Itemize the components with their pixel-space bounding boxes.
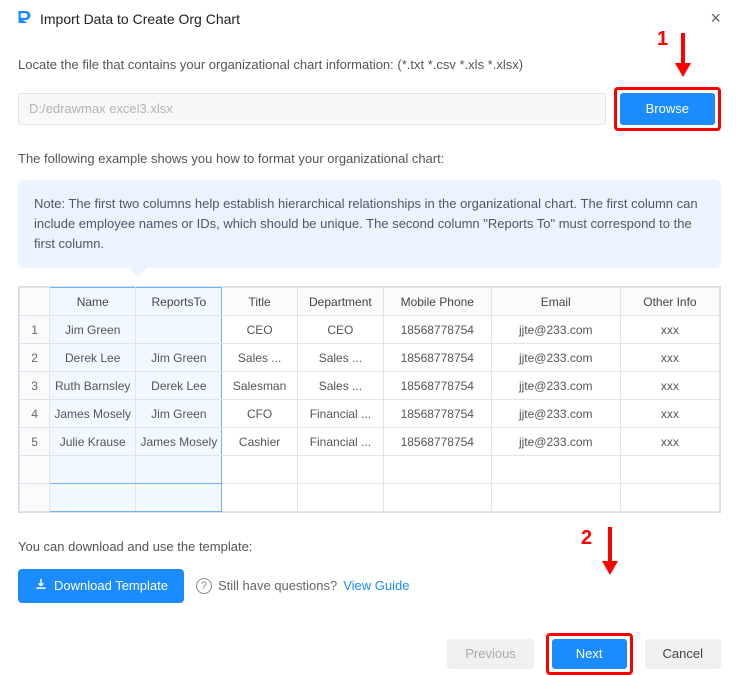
app-logo-icon <box>14 8 40 29</box>
table-row: 1Jim GreenCEOCEO18568778754jjte@233.comx… <box>20 316 720 344</box>
col-header: Department <box>297 288 383 316</box>
note-text: Note: The first two columns help establi… <box>34 196 698 251</box>
table-cell: Financial ... <box>297 400 383 428</box>
table-cell <box>620 456 719 484</box>
col-header: Other Info <box>620 288 719 316</box>
table-cell: Jim Green <box>136 344 222 372</box>
browse-highlight: Browse <box>614 87 721 131</box>
table-row: 3Ruth BarnsleyDerek LeeSalesmanSales ...… <box>20 372 720 400</box>
table-cell: xxx <box>620 372 719 400</box>
table-cell: jjte@233.com <box>491 372 620 400</box>
table-row: 2Derek LeeJim GreenSales ...Sales ...185… <box>20 344 720 372</box>
file-path-input[interactable] <box>18 93 606 125</box>
col-header: Name <box>50 288 136 316</box>
table-cell <box>50 484 136 512</box>
next-button[interactable]: Next <box>552 639 627 669</box>
cancel-button[interactable]: Cancel <box>645 639 721 669</box>
table-cell: jjte@233.com <box>491 400 620 428</box>
help-text: Still have questions? <box>218 578 337 593</box>
dialog-title: Import Data to Create Org Chart <box>40 11 240 27</box>
close-icon[interactable]: × <box>706 8 725 29</box>
row-index: 2 <box>20 344 50 372</box>
col-header: ReportsTo <box>136 288 222 316</box>
row-index <box>20 484 50 512</box>
next-highlight: Next <box>546 633 633 675</box>
table-cell: CFO <box>222 400 297 428</box>
table-cell <box>383 456 491 484</box>
row-index: 5 <box>20 428 50 456</box>
table-cell <box>491 456 620 484</box>
table-cell: James Mosely <box>50 400 136 428</box>
previous-button[interactable]: Previous <box>447 639 534 669</box>
table-cell: Financial ... <box>297 428 383 456</box>
row-index <box>20 456 50 484</box>
table-cell: 18568778754 <box>383 372 491 400</box>
locate-instruction: Locate the file that contains your organ… <box>18 55 721 75</box>
table-cell <box>297 456 383 484</box>
browse-button[interactable]: Browse <box>620 93 715 125</box>
table-cell: Salesman <box>222 372 297 400</box>
row-index: 4 <box>20 400 50 428</box>
table-cell <box>136 456 222 484</box>
table-row: 4James MoselyJim GreenCFOFinancial ...18… <box>20 400 720 428</box>
table-cell: 18568778754 <box>383 316 491 344</box>
table-cell: jjte@233.com <box>491 316 620 344</box>
download-icon <box>34 577 48 594</box>
table-cell: Sales ... <box>297 344 383 372</box>
table-cell: James Mosely <box>136 428 222 456</box>
row-index: 1 <box>20 316 50 344</box>
row-index: 3 <box>20 372 50 400</box>
dialog-footer: Previous Next Cancel <box>0 627 739 675</box>
table-cell <box>222 484 297 512</box>
table-cell: Jim Green <box>50 316 136 344</box>
help-text-group: ? Still have questions? View Guide <box>196 578 410 594</box>
download-instruction: You can download and use the template: <box>18 537 721 557</box>
table-cell: 18568778754 <box>383 400 491 428</box>
table-cell: Derek Lee <box>50 344 136 372</box>
table-cell: 18568778754 <box>383 428 491 456</box>
table-cell <box>136 316 222 344</box>
download-template-label: Download Template <box>54 578 168 593</box>
table-cell <box>136 484 222 512</box>
table-cell <box>383 484 491 512</box>
view-guide-link[interactable]: View Guide <box>343 578 409 593</box>
table-cell: Derek Lee <box>136 372 222 400</box>
col-header: Email <box>491 288 620 316</box>
table-cell <box>620 484 719 512</box>
col-header: Title <box>222 288 297 316</box>
table-cell <box>297 484 383 512</box>
table-cell: xxx <box>620 400 719 428</box>
table-cell: jjte@233.com <box>491 344 620 372</box>
table-cell <box>222 456 297 484</box>
table-cell: Julie Krause <box>50 428 136 456</box>
download-template-button[interactable]: Download Template <box>18 569 184 603</box>
table-cell: xxx <box>620 428 719 456</box>
table-cell: CEO <box>222 316 297 344</box>
table-cell <box>50 456 136 484</box>
table-cell: CEO <box>297 316 383 344</box>
example-table: Name ReportsTo Title Department Mobile P… <box>18 286 721 513</box>
question-icon: ? <box>196 578 212 594</box>
table-cell: jjte@233.com <box>491 428 620 456</box>
table-cell: xxx <box>620 344 719 372</box>
table-cell: xxx <box>620 316 719 344</box>
table-row: 5Julie KrauseJames MoselyCashierFinancia… <box>20 428 720 456</box>
table-cell: Sales ... <box>222 344 297 372</box>
table-cell: Cashier <box>222 428 297 456</box>
table-cell: Jim Green <box>136 400 222 428</box>
example-instruction: The following example shows you how to f… <box>18 149 721 169</box>
note-box: Note: The first two columns help establi… <box>18 180 721 268</box>
table-cell <box>491 484 620 512</box>
titlebar: Import Data to Create Org Chart × <box>0 0 739 37</box>
table-row-empty <box>20 484 720 512</box>
col-header: Mobile Phone <box>383 288 491 316</box>
table-cell: Sales ... <box>297 372 383 400</box>
table-cell: Ruth Barnsley <box>50 372 136 400</box>
table-corner <box>20 288 50 316</box>
table-row-empty <box>20 456 720 484</box>
table-cell: 18568778754 <box>383 344 491 372</box>
